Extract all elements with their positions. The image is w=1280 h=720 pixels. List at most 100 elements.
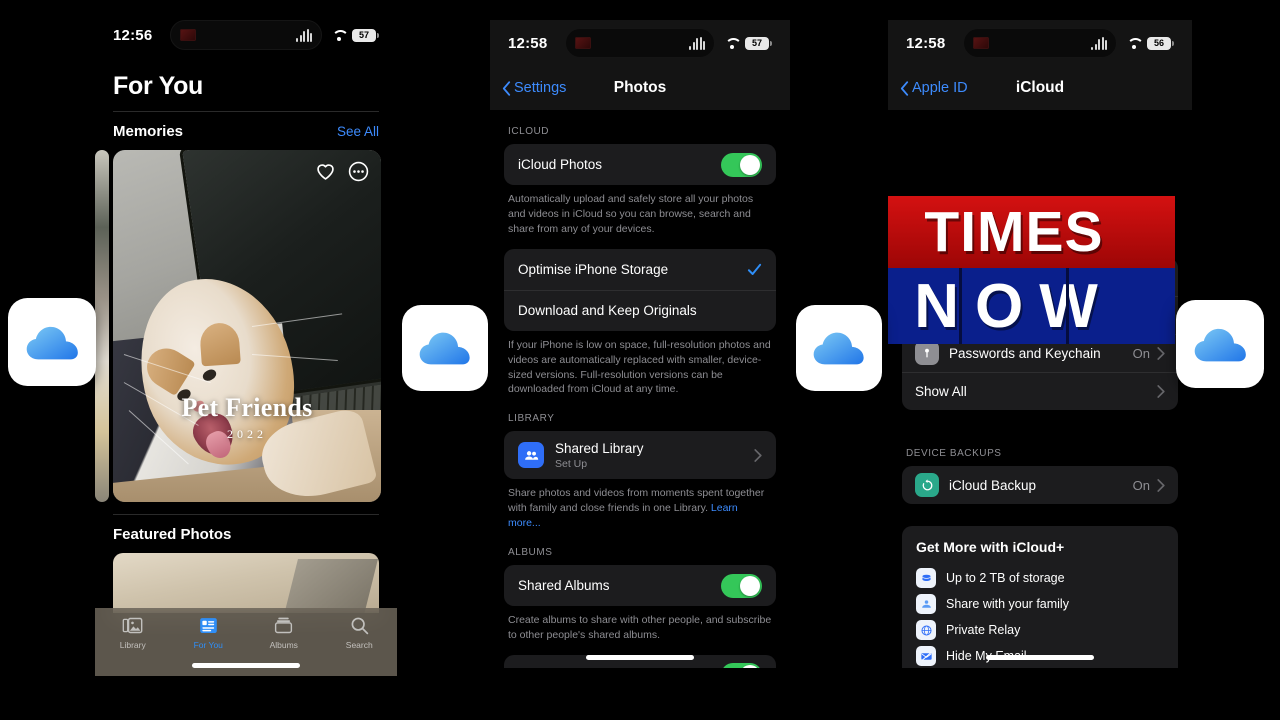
cloud-icon <box>26 326 78 360</box>
backup-refresh-icon <box>915 473 939 497</box>
search-icon <box>351 617 368 635</box>
icloud-backup-card: iCloud Backup On <box>902 466 1178 504</box>
albums-icon <box>275 617 293 634</box>
icloud-list: iCloud Drive On iCloud Mail On P <box>888 110 1192 668</box>
promo-label: Share with your family <box>946 597 1069 611</box>
battery-icon: 57 <box>352 28 379 42</box>
footnote-icloud-photos: Automatically upload and safely store al… <box>508 193 754 235</box>
shared-albums-card: Shared Albums <box>504 565 776 607</box>
more-options-icon[interactable] <box>348 161 369 182</box>
dynamic-island[interactable] <box>565 28 715 58</box>
audio-waveform-icon <box>296 28 312 42</box>
icloud-photos-toggle[interactable] <box>721 152 762 177</box>
status-indicators: 57 <box>331 28 379 42</box>
footnote-storage: If your iPhone is low on space, full-res… <box>508 338 771 396</box>
screenshot-stage: 12:56 57 For You Memories See All Pet Fr… <box>0 0 1280 720</box>
row-shared-library[interactable]: Shared Library Set Up <box>504 431 776 479</box>
battery-icon: 56 <box>1147 36 1174 50</box>
checkmark-icon <box>747 263 762 275</box>
row-label: Optimise iPhone Storage <box>518 261 669 277</box>
navigation-bar: Settings Photos <box>490 66 790 110</box>
home-indicator[interactable] <box>986 655 1094 660</box>
promo-label: Private Relay <box>946 623 1021 637</box>
memory-year: 2022 <box>227 427 267 441</box>
watermark-line2: NOW <box>914 271 1114 341</box>
battery-cap <box>1172 40 1174 46</box>
phone-settings-icloud: 12:58 56 Apple ID iCloud Passwords and K… <box>888 20 1192 668</box>
icloud-app-icon[interactable] <box>796 305 882 391</box>
row-value: On <box>1132 477 1150 493</box>
row-shared-albums[interactable]: Shared Albums <box>504 565 776 606</box>
back-button[interactable]: Apple ID <box>900 80 968 96</box>
icloud-app-icon[interactable] <box>402 305 488 391</box>
memory-actions <box>315 161 369 182</box>
memories-carousel[interactable]: Pet Friends 2022 <box>95 150 397 508</box>
storage-drive-icon <box>916 568 936 588</box>
status-bar: 12:58 57 <box>490 20 790 66</box>
cloud-icon <box>1194 328 1246 362</box>
featured-photo-thumb[interactable] <box>113 553 379 613</box>
phone-settings-photos: 12:58 57 Settings Photos ICLOUD iCloud P… <box>490 20 790 668</box>
group-label-library: LIBRARY <box>508 413 555 425</box>
times-now-watermark: TIMES NOW <box>888 196 1175 344</box>
battery-cap <box>377 32 379 38</box>
featured-section-header: Featured Photos <box>95 515 397 553</box>
dynamic-island[interactable] <box>963 28 1117 58</box>
shared-albums-toggle[interactable] <box>721 573 762 598</box>
icloud-plus-promo-card: Get More with iCloud+ Up to 2 TB of stor… <box>902 526 1178 668</box>
promo-item: Private Relay <box>916 617 1164 643</box>
row-label: Shared Library <box>555 440 644 456</box>
row-download-originals[interactable]: Download and Keep Originals <box>504 290 776 331</box>
back-button[interactable]: Settings <box>502 80 566 96</box>
icloud-app-icon[interactable] <box>8 298 96 386</box>
see-all-link[interactable]: See All <box>337 124 379 139</box>
face-id-toggle[interactable] <box>721 663 762 668</box>
chevron-left-icon <box>900 80 909 96</box>
home-indicator[interactable] <box>586 655 694 660</box>
home-indicator[interactable] <box>192 663 300 668</box>
battery-level: 57 <box>745 36 769 50</box>
tab-albums[interactable]: Albums <box>246 615 322 650</box>
dynamic-island[interactable] <box>170 20 322 50</box>
tab-search[interactable]: Search <box>322 615 398 650</box>
heart-icon[interactable] <box>315 161 336 182</box>
chevron-right-icon <box>1157 384 1165 398</box>
island-app-icon <box>180 29 196 41</box>
row-icloud-photos[interactable]: iCloud Photos <box>504 144 776 185</box>
family-share-icon <box>916 594 936 614</box>
row-label: iCloud Photos <box>518 157 603 172</box>
row-label: Download and Keep Originals <box>518 302 697 318</box>
key-icon <box>915 341 939 365</box>
settings-list: ICLOUD iCloud Photos Automatically uploa… <box>490 110 790 668</box>
status-bar: 12:56 57 <box>95 12 397 58</box>
watermark-times-band: TIMES <box>888 196 1175 268</box>
battery-level: 56 <box>1147 36 1171 50</box>
row-label: Passwords and Keychain <box>949 345 1101 361</box>
row-label: Show All <box>915 383 967 399</box>
memories-title: Memories <box>113 123 184 140</box>
row-optimise-storage[interactable]: Optimise iPhone Storage <box>504 249 776 290</box>
chevron-right-icon <box>1157 478 1165 492</box>
row-icloud-backup[interactable]: iCloud Backup On <box>902 466 1178 504</box>
group-label-device-backups: DEVICE BACKUPS <box>906 448 1002 459</box>
memories-section-header: Memories See All <box>95 112 397 150</box>
status-indicators: 56 <box>1126 36 1174 50</box>
status-bar: 12:58 56 <box>888 20 1192 66</box>
tab-label: Library <box>119 640 146 650</box>
chevron-left-icon <box>502 80 511 96</box>
status-time: 12:58 <box>508 34 548 52</box>
memory-card-previous[interactable] <box>95 150 109 502</box>
tab-library[interactable]: Library <box>95 615 171 650</box>
group-label-albums: ALBUMS <box>508 547 553 559</box>
chevron-right-icon <box>1157 346 1165 360</box>
memory-card[interactable]: Pet Friends 2022 <box>113 150 381 502</box>
status-time: 12:58 <box>906 34 946 52</box>
tab-for-you[interactable]: For You <box>171 615 247 650</box>
icloud-app-icon[interactable] <box>1176 300 1264 388</box>
row-show-all[interactable]: Show All <box>902 372 1178 410</box>
battery-icon: 57 <box>745 36 772 50</box>
promo-label: Up to 2 TB of storage <box>946 571 1065 585</box>
island-app-icon <box>973 37 989 49</box>
chevron-right-icon <box>754 448 762 462</box>
watermark-line1: TIMES <box>924 200 1104 264</box>
